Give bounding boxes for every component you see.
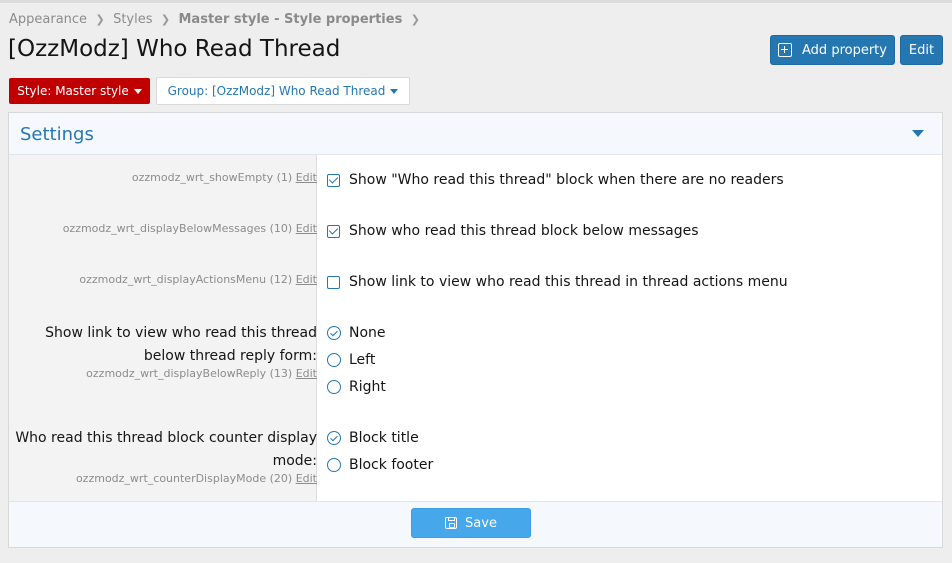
top-divider (0, 0, 952, 3)
radio-icon (327, 380, 341, 394)
property-label: Show link to view who read this thread b… (45, 325, 317, 364)
edit-link[interactable]: Edit (296, 171, 317, 184)
property-label: Who read this thread block counter displ… (15, 430, 317, 469)
caret-down-icon (390, 88, 399, 94)
collapse-caret-icon[interactable] (912, 130, 924, 137)
style-filter-dropdown[interactable]: Style: Master style (9, 78, 150, 104)
edit-link[interactable]: Edit (296, 222, 317, 235)
add-property-button[interactable]: Add property (770, 35, 895, 65)
breadcrumb-chevron-icon: ❯ (410, 12, 420, 26)
option-label: Block title (349, 430, 419, 446)
breadcrumb-chevron-icon: ❯ (95, 12, 105, 26)
property-key: ozzmodz_wrt_displayActionsMenu (12) Edit (79, 273, 317, 286)
breadcrumb-chevron-icon: ❯ (160, 12, 171, 26)
property-key: ozzmodz_wrt_displayBelowReply (13) Edit (86, 367, 317, 380)
group-filter-label: Group: [OzzModz] Who Read Thread (167, 84, 386, 98)
property-key: ozzmodz_wrt_displayBelowMessages (10) Ed… (62, 222, 317, 235)
breadcrumb-styles[interactable]: Styles (113, 12, 152, 27)
save-button[interactable]: Save (411, 508, 531, 538)
option-label: Block footer (349, 457, 434, 473)
block-header: Settings (9, 113, 942, 155)
block-title: Settings (20, 124, 94, 145)
plus-square-icon (778, 43, 793, 57)
checkbox-icon (327, 275, 340, 289)
checkbox-icon (327, 224, 340, 238)
property-key: ozzmodz_wrt_counterDisplayMode (20) Edit (75, 472, 317, 485)
edit-link[interactable]: Edit (296, 273, 317, 286)
add-property-label: Add property (802, 42, 887, 58)
edit-link[interactable]: Edit (296, 367, 317, 380)
show-empty-checkbox[interactable]: Show "Who read this thread" block when t… (327, 172, 784, 188)
option-label: Show who read this thread block below me… (349, 223, 699, 239)
breadcrumb-appearance[interactable]: Appearance (9, 12, 87, 27)
radio-left[interactable]: Left (327, 352, 375, 368)
option-label: Show link to view who read this thread i… (349, 274, 788, 290)
breadcrumb: Appearance ❯ Styles ❯ Master style - Sty… (9, 10, 428, 28)
radio-icon (327, 353, 341, 367)
checkbox-icon (327, 173, 340, 187)
floppy-disk-icon (445, 517, 458, 529)
option-label: Left (349, 352, 376, 368)
style-filter-label: Style: Master style (17, 84, 129, 98)
radio-icon (327, 431, 341, 445)
edit-link[interactable]: Edit (296, 472, 317, 485)
breadcrumb-style-properties[interactable]: Master style - Style properties (179, 12, 403, 27)
below-messages-checkbox[interactable]: Show who read this thread block below me… (327, 223, 699, 239)
edit-label: Edit (908, 42, 935, 58)
save-label: Save (465, 515, 497, 531)
property-key: ozzmodz_wrt_showEmpty (1) Edit (131, 171, 317, 184)
page-title: [OzzModz] Who Read Thread (8, 36, 341, 62)
caret-down-icon (133, 88, 142, 94)
option-label: Right (349, 379, 386, 395)
radio-right[interactable]: Right (327, 379, 386, 395)
block-footer: Save (9, 501, 942, 547)
actions-menu-checkbox[interactable]: Show link to view who read this thread i… (327, 274, 788, 290)
radio-block-footer[interactable]: Block footer (327, 457, 433, 473)
option-label: Show "Who read this thread" block when t… (349, 172, 784, 188)
radio-icon (327, 458, 341, 472)
radio-none[interactable]: None (327, 325, 386, 341)
option-label: None (349, 325, 386, 341)
radio-block-title[interactable]: Block title (327, 430, 419, 446)
group-filter-dropdown[interactable]: Group: [OzzModz] Who Read Thread (156, 77, 410, 105)
edit-button[interactable]: Edit (900, 35, 943, 65)
radio-icon (327, 326, 341, 340)
settings-block: Settings ozzmodz_wrt_showEmpty (1) Edit … (8, 112, 943, 548)
